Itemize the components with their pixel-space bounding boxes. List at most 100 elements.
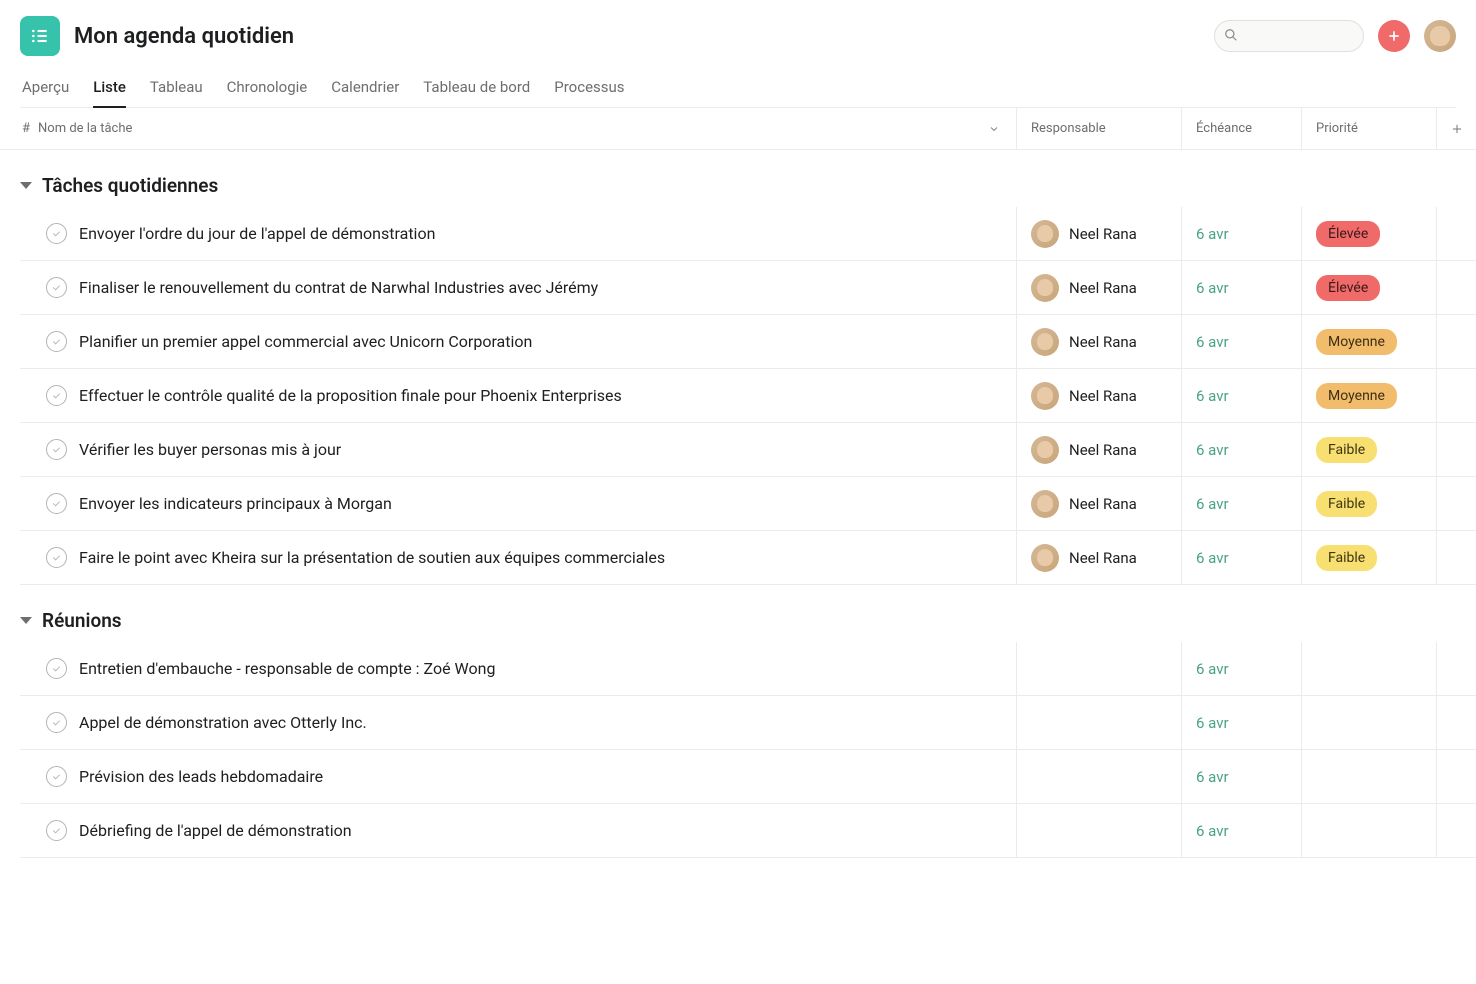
tab-aperçu[interactable]: Aperçu: [22, 70, 69, 108]
priority-cell[interactable]: Faible: [1301, 423, 1436, 476]
priority-badge: Faible: [1316, 491, 1377, 517]
task-row[interactable]: Faire le point avec Kheira sur la présen…: [20, 531, 1476, 585]
task-name[interactable]: Envoyer l'ordre du jour de l'appel de dé…: [79, 224, 1016, 243]
priority-cell[interactable]: Moyenne: [1301, 315, 1436, 368]
complete-checkbox[interactable]: [46, 385, 67, 406]
assignee-cell[interactable]: Neel Rana: [1016, 477, 1181, 530]
column-due[interactable]: Échéance: [1181, 108, 1301, 149]
due-date-cell[interactable]: 6 avr: [1181, 696, 1301, 749]
tab-tableau[interactable]: Tableau: [150, 70, 203, 108]
column-name[interactable]: Nom de la tâche: [38, 121, 1016, 136]
assignee-cell[interactable]: Neel Rana: [1016, 531, 1181, 584]
task-row[interactable]: Finaliser le renouvellement du contrat d…: [20, 261, 1476, 315]
assignee-cell[interactable]: Neel Rana: [1016, 369, 1181, 422]
task-name[interactable]: Envoyer les indicateurs principaux à Mor…: [79, 494, 1016, 513]
task-row[interactable]: Effectuer le contrôle qualité de la prop…: [20, 369, 1476, 423]
user-avatar[interactable]: [1424, 20, 1456, 52]
complete-checkbox[interactable]: [46, 223, 67, 244]
task-name[interactable]: Planifier un premier appel commercial av…: [79, 332, 1016, 351]
assignee-cell[interactable]: Neel Rana: [1016, 315, 1181, 368]
task-row[interactable]: Entretien d'embauche - responsable de co…: [20, 642, 1476, 696]
tab-calendrier[interactable]: Calendrier: [331, 70, 399, 108]
due-date: 6 avr: [1196, 768, 1229, 786]
column-assignee[interactable]: Responsable: [1016, 108, 1181, 149]
complete-checkbox[interactable]: [46, 439, 67, 460]
column-priority[interactable]: Priorité: [1301, 108, 1436, 149]
assignee-avatar: [1031, 544, 1059, 572]
due-date-cell[interactable]: 6 avr: [1181, 261, 1301, 314]
complete-checkbox[interactable]: [46, 277, 67, 298]
due-date-cell[interactable]: 6 avr: [1181, 369, 1301, 422]
task-row[interactable]: Planifier un premier appel commercial av…: [20, 315, 1476, 369]
due-date-cell[interactable]: 6 avr: [1181, 804, 1301, 857]
search-box[interactable]: [1214, 20, 1364, 52]
tab-processus[interactable]: Processus: [554, 70, 624, 108]
task-name[interactable]: Entretien d'embauche - responsable de co…: [79, 659, 1016, 678]
complete-checkbox[interactable]: [46, 658, 67, 679]
assignee-cell[interactable]: [1016, 642, 1181, 695]
task-name[interactable]: Appel de démonstration avec Otterly Inc.: [79, 713, 1016, 732]
due-date: 6 avr: [1196, 225, 1229, 243]
due-date-cell[interactable]: 6 avr: [1181, 477, 1301, 530]
section-header[interactable]: Réunions: [0, 595, 1476, 642]
assignee-avatar: [1031, 220, 1059, 248]
assignee-avatar: [1031, 436, 1059, 464]
priority-cell[interactable]: [1301, 642, 1436, 695]
assignee-cell[interactable]: Neel Rana: [1016, 423, 1181, 476]
search-icon: [1224, 28, 1238, 42]
priority-cell[interactable]: Faible: [1301, 531, 1436, 584]
due-date-cell[interactable]: 6 avr: [1181, 642, 1301, 695]
tab-tableau-de-bord[interactable]: Tableau de bord: [423, 70, 530, 108]
priority-cell[interactable]: Élevée: [1301, 261, 1436, 314]
assignee-cell[interactable]: Neel Rana: [1016, 207, 1181, 260]
priority-cell[interactable]: Faible: [1301, 477, 1436, 530]
priority-cell[interactable]: [1301, 804, 1436, 857]
assignee-cell[interactable]: Neel Rana: [1016, 261, 1181, 314]
due-date: 6 avr: [1196, 495, 1229, 513]
priority-cell[interactable]: [1301, 750, 1436, 803]
task-row[interactable]: Appel de démonstration avec Otterly Inc.…: [20, 696, 1476, 750]
tab-liste[interactable]: Liste: [93, 70, 126, 108]
task-row[interactable]: Envoyer les indicateurs principaux à Mor…: [20, 477, 1476, 531]
section-toggle-icon[interactable]: [20, 182, 32, 189]
priority-badge: Élevée: [1316, 275, 1380, 301]
task-row[interactable]: Débriefing de l'appel de démonstration 6 …: [20, 804, 1476, 858]
due-date-cell[interactable]: 6 avr: [1181, 315, 1301, 368]
assignee-cell[interactable]: [1016, 696, 1181, 749]
due-date-cell[interactable]: 6 avr: [1181, 750, 1301, 803]
priority-cell[interactable]: Élevée: [1301, 207, 1436, 260]
complete-checkbox[interactable]: [46, 820, 67, 841]
task-name[interactable]: Débriefing de l'appel de démonstration: [79, 821, 1016, 840]
complete-checkbox[interactable]: [46, 493, 67, 514]
task-row[interactable]: Envoyer l'ordre du jour de l'appel de dé…: [20, 207, 1476, 261]
add-column-button[interactable]: [1436, 108, 1476, 149]
section-header[interactable]: Tâches quotidiennes: [0, 160, 1476, 207]
complete-checkbox[interactable]: [46, 547, 67, 568]
task-name[interactable]: Finaliser le renouvellement du contrat d…: [79, 278, 1016, 297]
task-row[interactable]: Vérifier les buyer personas mis à jour Ne…: [20, 423, 1476, 477]
tab-chronologie[interactable]: Chronologie: [227, 70, 308, 108]
section-title: Réunions: [42, 609, 122, 632]
task-name[interactable]: Effectuer le contrôle qualité de la prop…: [79, 386, 1016, 405]
assignee-name: Neel Rana: [1069, 441, 1137, 459]
priority-cell[interactable]: Moyenne: [1301, 369, 1436, 422]
task-name[interactable]: Faire le point avec Kheira sur la présen…: [79, 548, 1016, 567]
assignee-cell[interactable]: [1016, 750, 1181, 803]
section-toggle-icon[interactable]: [20, 617, 32, 624]
due-date-cell[interactable]: 6 avr: [1181, 207, 1301, 260]
task-name[interactable]: Vérifier les buyer personas mis à jour: [79, 440, 1016, 459]
tabs: Aperçu Liste Tableau Chronologie Calendrier T…: [20, 70, 1456, 108]
task-row[interactable]: Prévision des leads hebdomadaire 6 avr: [20, 750, 1476, 804]
add-button[interactable]: [1378, 20, 1410, 52]
due-date-cell[interactable]: 6 avr: [1181, 531, 1301, 584]
complete-checkbox[interactable]: [46, 712, 67, 733]
complete-checkbox[interactable]: [46, 766, 67, 787]
complete-checkbox[interactable]: [46, 331, 67, 352]
assignee-cell[interactable]: [1016, 804, 1181, 857]
due-date: 6 avr: [1196, 333, 1229, 351]
due-date-cell[interactable]: 6 avr: [1181, 423, 1301, 476]
priority-badge: Moyenne: [1316, 383, 1397, 409]
task-name[interactable]: Prévision des leads hebdomadaire: [79, 767, 1016, 786]
chevron-down-icon[interactable]: [988, 123, 1000, 135]
priority-cell[interactable]: [1301, 696, 1436, 749]
